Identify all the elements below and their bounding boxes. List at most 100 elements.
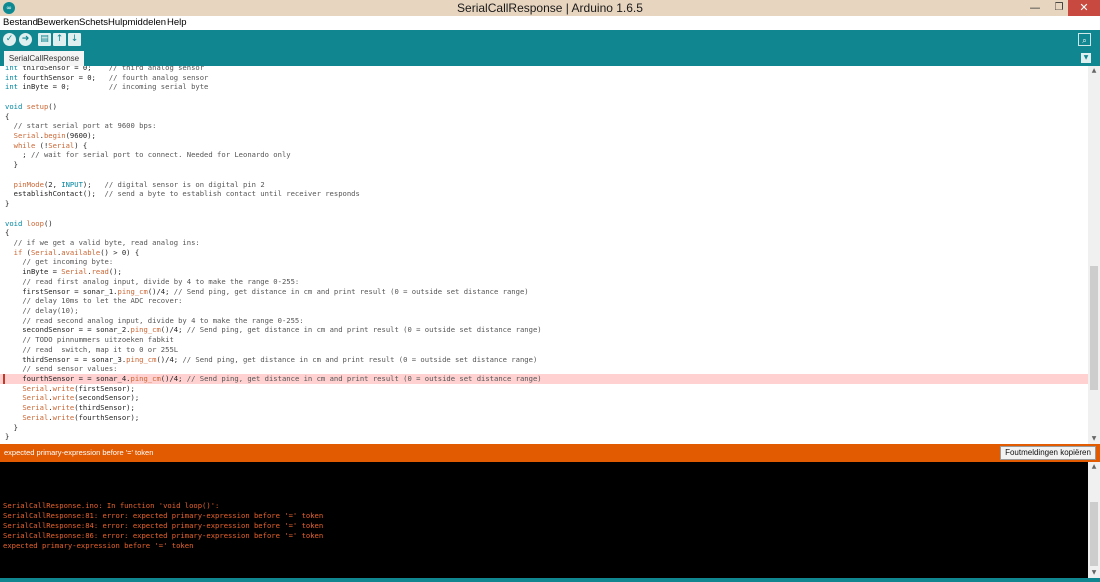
maximize-button[interactable]: ❐ <box>1050 0 1068 16</box>
code-line[interactable]: Serial.write(fourthSensor); <box>5 413 1088 423</box>
editor-scroll-thumb[interactable] <box>1090 266 1098 390</box>
code-line[interactable]: // get incoming byte: <box>5 257 1088 267</box>
tab-serialcallresponse[interactable]: SerialCallResponse <box>4 51 84 66</box>
code-editor[interactable]: int thirdSensor = 0; // third analog sen… <box>0 66 1088 444</box>
scroll-down-icon[interactable]: ▼ <box>1088 434 1100 444</box>
code-token: Serial <box>22 383 49 393</box>
code-token: ()/4; <box>147 286 174 296</box>
code-line[interactable]: pinMode(2, INPUT); // digital sensor is … <box>5 180 1088 190</box>
code-line[interactable]: Serial.write(secondSensor); <box>5 393 1088 403</box>
console-scroll-thumb[interactable] <box>1090 502 1098 566</box>
save-sketch-icon[interactable]: ↓ <box>68 33 81 46</box>
code-token: } <box>5 422 18 432</box>
menu-schets[interactable]: Schets <box>79 16 108 30</box>
close-button[interactable]: ✕ <box>1068 0 1100 16</box>
code-line[interactable]: } <box>5 199 1088 209</box>
code-token: int <box>5 66 23 72</box>
code-line[interactable]: int inByte = 0; // incoming serial byte <box>5 82 1088 92</box>
code-line[interactable]: void loop() <box>5 219 1088 229</box>
code-token: Serial <box>61 267 88 277</box>
serial-monitor-icon[interactable]: ⌕ <box>1078 33 1091 46</box>
code-token: (! <box>35 140 49 150</box>
menu-bewerken[interactable]: Bewerken <box>37 16 79 30</box>
editor-scrollbar[interactable]: ▲ ▼ <box>1088 66 1100 444</box>
code-line[interactable]: { <box>5 112 1088 122</box>
title-bar: ∞ SerialCallResponse | Arduino 1.6.5 — ❐… <box>0 0 1100 16</box>
code-token: // send sensor values: <box>22 364 118 374</box>
console-scroll-down-icon[interactable]: ▼ <box>1088 568 1100 578</box>
menu-help[interactable]: Help <box>167 16 187 30</box>
code-line[interactable]: // send sensor values: <box>5 364 1088 374</box>
code-token: inByte = <box>5 267 62 277</box>
code-line[interactable]: void setup() <box>5 102 1088 112</box>
code-token: // digital sensor is on digital pin 2 <box>104 179 265 189</box>
code-token: } <box>5 199 10 209</box>
code-line[interactable]: } <box>5 160 1088 170</box>
console-scroll-up-icon[interactable]: ▲ <box>1088 462 1100 472</box>
copy-error-messages-button[interactable]: Foutmeldingen kopiëren <box>1000 446 1096 460</box>
code-token: // read second analog input, divide by 4… <box>22 315 304 325</box>
code-line[interactable]: if (Serial.available() > 0) { <box>5 248 1088 258</box>
upload-icon[interactable]: ➜ <box>19 33 32 46</box>
code-token: // read first analog input, divide by 4 … <box>22 276 300 286</box>
minimize-button[interactable]: — <box>1020 0 1050 16</box>
code-line[interactable] <box>5 170 1088 180</box>
code-line[interactable]: Serial.write(firstSensor); <box>5 384 1088 394</box>
code-line[interactable]: // start serial port at 9600 bps: <box>5 121 1088 131</box>
code-token: Serial <box>22 393 49 403</box>
code-line[interactable] <box>5 92 1088 102</box>
code-line[interactable]: // read switch, map it to 0 or 255L <box>5 345 1088 355</box>
code-line[interactable]: { <box>5 228 1088 238</box>
code-line[interactable]: while (!Serial) { <box>5 141 1088 151</box>
code-line[interactable]: } <box>5 423 1088 433</box>
code-line[interactable]: inByte = Serial.read(); <box>5 267 1088 277</box>
code-token: int <box>5 82 23 92</box>
code-token: ()/4; <box>156 354 183 364</box>
menu-hulpmiddelen[interactable]: Hulpmiddelen <box>108 16 166 30</box>
menu-bestand[interactable]: Bestand <box>3 16 38 30</box>
code-line[interactable]: fourthSensor = = sonar_4.ping_cm()/4; //… <box>0 374 1088 385</box>
code-line[interactable] <box>5 209 1088 219</box>
code-token: secondSensor = = sonar_2. <box>5 325 131 335</box>
code-line[interactable]: // delay 10ms to let the ADC recover: <box>5 296 1088 306</box>
code-token: // get incoming byte: <box>22 257 114 267</box>
open-sketch-icon[interactable]: ↑ <box>53 33 66 46</box>
code-token: // fourth analog sensor <box>108 72 209 82</box>
code-token: // start serial port at 9600 bps: <box>13 121 157 131</box>
code-line[interactable]: ; // wait for serial port to connect. Ne… <box>5 150 1088 160</box>
code-token: fourthSensor = = sonar_4. <box>5 374 131 384</box>
code-token: ) { <box>74 140 88 150</box>
code-line[interactable]: // read first analog input, divide by 4 … <box>5 277 1088 287</box>
code-token: () <box>43 218 53 228</box>
code-line[interactable]: thirdSensor = = sonar_3.ping_cm()/4; // … <box>5 355 1088 365</box>
tab-menu-icon[interactable]: ▼ <box>1081 53 1091 63</box>
code-line[interactable]: // delay(10); <box>5 306 1088 316</box>
code-token: ping_cm <box>126 354 157 364</box>
code-token: // delay(10); <box>22 306 79 315</box>
code-line[interactable]: Serial.write(thirdSensor); <box>5 403 1088 413</box>
code-token: } <box>5 160 18 170</box>
code-token: ()/4; <box>160 374 187 384</box>
code-line[interactable]: Serial.begin(9600); <box>5 131 1088 141</box>
scroll-up-icon[interactable]: ▲ <box>1088 66 1100 76</box>
code-token: thirdSensor = = sonar_3. <box>5 354 127 364</box>
code-line[interactable]: secondSensor = = sonar_2.ping_cm()/4; //… <box>5 325 1088 335</box>
error-line-marker <box>3 374 5 384</box>
verify-icon[interactable]: ✓ <box>3 33 16 46</box>
code-line[interactable]: firstSensor = sonar_1.ping_cm()/4; // Se… <box>5 287 1088 297</box>
code-line[interactable]: // TODO pinnummers uitzoeken fabkit <box>5 335 1088 345</box>
code-token: // Send ping, get distance in cm and pri… <box>173 286 529 296</box>
code-line[interactable]: int fourthSensor = 0; // fourth analog s… <box>5 73 1088 83</box>
code-line[interactable]: // read second analog input, divide by 4… <box>5 316 1088 326</box>
console-scrollbar[interactable]: ▲ ▼ <box>1088 462 1100 578</box>
code-token: (9600); <box>65 131 96 141</box>
console-output[interactable]: SerialCallResponse.ino: In function 'voi… <box>0 462 1088 578</box>
code-line[interactable]: } <box>5 432 1088 442</box>
new-sketch-icon[interactable]: ▤ <box>38 33 51 46</box>
code-line[interactable]: // if we get a valid byte, read analog i… <box>5 238 1088 248</box>
code-line[interactable]: establishContact(); // send a byte to es… <box>5 189 1088 199</box>
code-token: // third analog sensor <box>108 66 205 72</box>
